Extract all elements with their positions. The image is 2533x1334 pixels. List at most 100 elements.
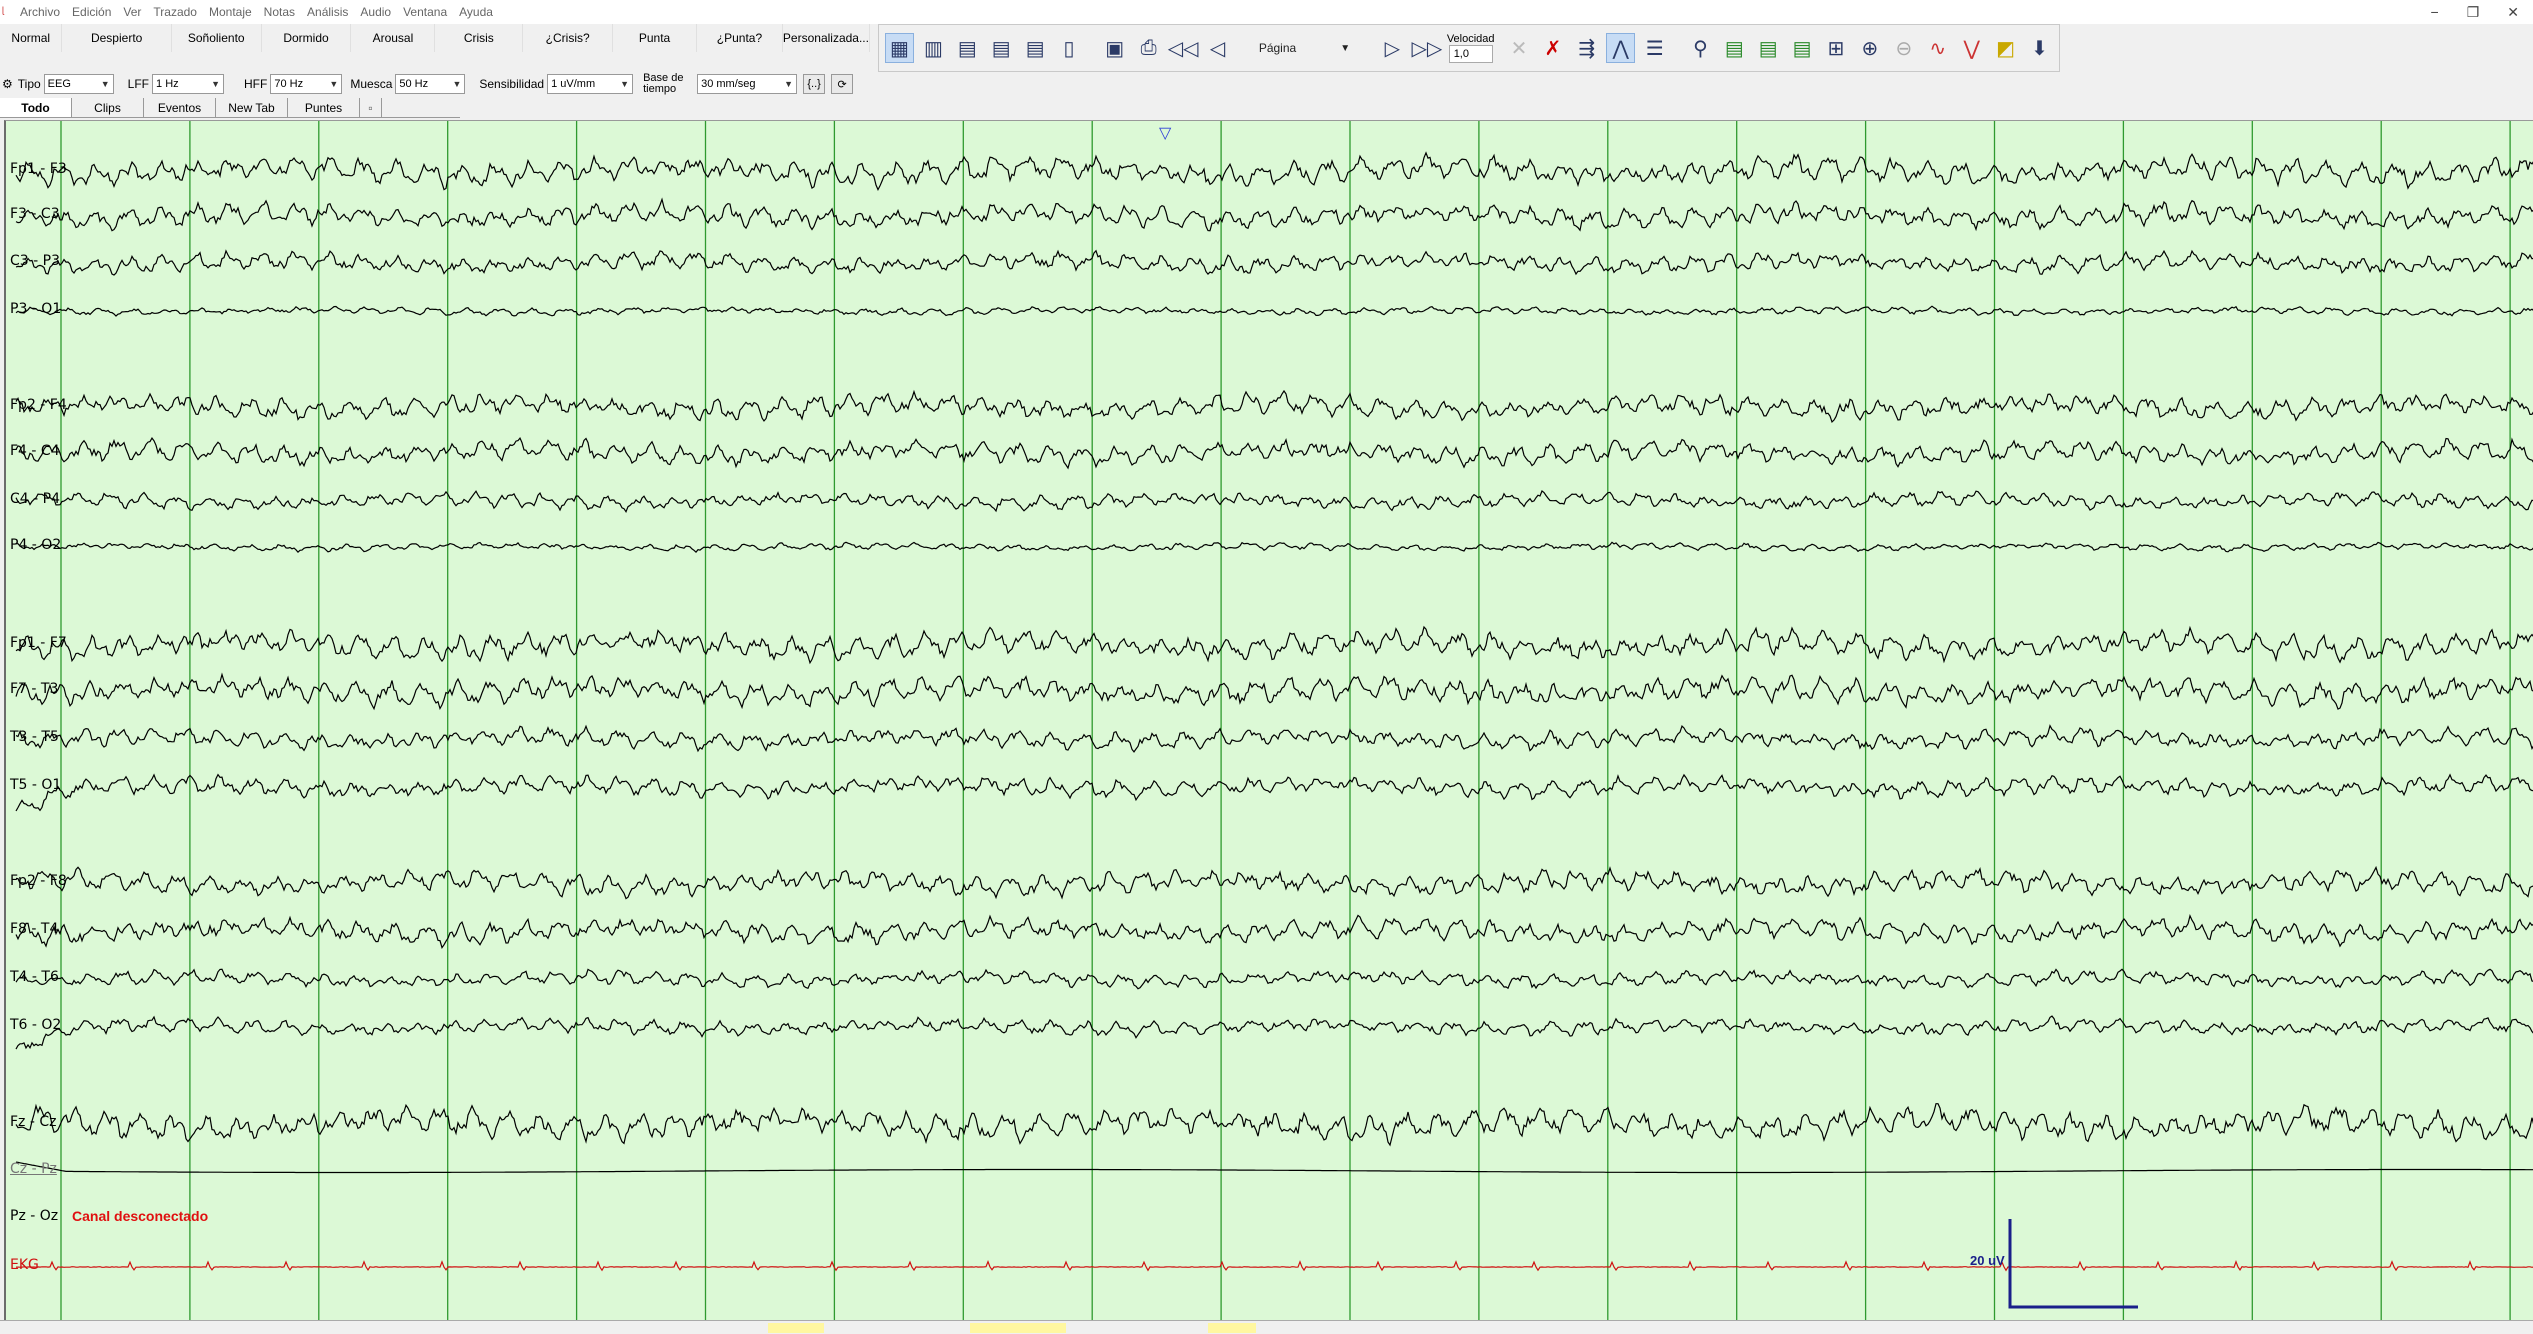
channel-label[interactable]: F8 - T4 [10,921,58,937]
event-personalizada-button[interactable]: Personalizada... [783,24,870,52]
state-arousal-button[interactable]: Arousal [351,24,436,52]
montage-view-2-icon[interactable]: ▥ [919,33,948,63]
channel-label[interactable]: T4 - T6 [10,969,59,985]
export-icon[interactable]: ⬇ [2025,33,2054,63]
channel-trace[interactable] [15,389,2533,423]
channel-trace[interactable] [15,1161,2533,1174]
channel-label[interactable]: EKG [10,1257,39,1273]
channel-trace[interactable] [15,490,2533,513]
montage-view-5-icon[interactable]: ▤ [1021,33,1050,63]
state-dormido-button[interactable]: Dormido [262,24,352,52]
event-punta-button[interactable]: Punta [613,24,698,52]
report-2-icon[interactable]: ▤ [1754,33,1783,63]
video-window-icon[interactable]: ▣ [1100,33,1129,63]
menu-audio[interactable]: Audio [360,5,391,19]
eeg-trace-view[interactable]: ▽ Fp1 - F3 F3 - C3 C3 - P3 P3 - O1 Fp2 - F4 F… [4,120,2533,1320]
tab-puntes[interactable]: Puntes [288,98,360,117]
channel-trace[interactable] [15,773,2533,812]
channel-label[interactable]: P4 - O2 [10,537,61,553]
tab-todo[interactable]: Todo [0,98,72,117]
sensibilidad-select[interactable]: 1 uV/mm ▼ [547,74,634,94]
report-icon[interactable]: ▤ [1720,33,1749,63]
event-crisis-button[interactable]: Crisis [435,24,524,52]
state-despierto-button[interactable]: Despierto [62,24,172,52]
tab-eventos[interactable]: Eventos [144,98,216,117]
event-crisis-q-button[interactable]: ¿Crisis? [523,24,614,52]
menu-montaje[interactable]: Montaje [209,5,252,19]
step-back-icon[interactable]: ◁ [1203,33,1232,63]
channel-trace[interactable] [15,865,2533,900]
channel-trace[interactable] [15,1103,2533,1147]
menu-edicion[interactable]: Edición [72,5,111,19]
channel-trace[interactable] [15,151,2533,191]
tipo-select[interactable]: EEG ▼ [43,74,114,94]
event-punta-q-button[interactable]: ¿Punta? [697,24,783,52]
book-icon[interactable]: ▯ [1055,33,1084,63]
restore-button[interactable]: ❐ [2467,4,2480,21]
search-spike-icon[interactable]: ⚲ [1686,33,1715,63]
montage-edit-icon[interactable]: ⇶ [1572,33,1601,63]
channel-label[interactable]: Fp2 - F8 [10,873,67,889]
channel-label[interactable]: Cz - Pz [10,1161,57,1177]
menu-ver[interactable]: Ver [123,5,141,19]
channel-label[interactable]: C3 - P3 [10,253,60,269]
annotate-icon[interactable]: ◩ [1991,33,2020,63]
state-sonoliento-button[interactable]: Soñoliento [172,24,262,52]
channel-label[interactable]: Fp1 - F3 [10,161,67,177]
channel-label[interactable]: Fp1 - F7 [10,635,67,651]
channel-trace[interactable] [16,1259,2533,1272]
zoom-out-icon[interactable]: ⊖ [1889,33,1918,63]
channel-label[interactable]: T5 - O1 [10,777,61,793]
channel-label[interactable]: T6 - O2 [10,1017,61,1033]
disabled-tool-icon[interactable]: ✕ [1505,33,1534,63]
channels-list-icon[interactable]: ☰ [1640,33,1669,63]
channel-trace[interactable] [15,913,2533,949]
channel-trace[interactable] [15,1015,2533,1050]
scan-icon[interactable]: ⊞ [1822,33,1851,63]
marker-delete-icon[interactable]: ✗ [1538,33,1567,63]
montage-view-4-icon[interactable]: ▤ [987,33,1016,63]
spectrum-icon[interactable]: ∿ [1923,33,1952,63]
channel-trace[interactable] [15,436,2533,470]
channel-label[interactable]: F3 - C3 [10,206,60,222]
state-normal-button[interactable]: Normal [0,24,63,52]
channel-trace[interactable] [15,197,2533,232]
channel-label[interactable]: C4 - P4 [10,491,60,507]
channel-trace[interactable] [16,541,2533,553]
montage-view-1-icon[interactable]: ▦ [885,33,914,63]
menu-notas[interactable]: Notas [264,5,295,19]
hff-select[interactable]: 70 Hz ▼ [270,74,343,94]
channel-trace[interactable] [15,968,2533,990]
menu-ventana[interactable]: Ventana [403,5,447,19]
montage-view-3-icon[interactable]: ▤ [953,33,982,63]
lff-select[interactable]: 1 Hz ▼ [152,74,225,94]
page-mode-select[interactable]: Página ▼ [1237,35,1372,61]
tab-clips[interactable]: Clips [72,98,144,117]
muesca-select[interactable]: 50 Hz ▼ [395,74,466,94]
report-3-icon[interactable]: ▤ [1788,33,1817,63]
channel-label[interactable]: F7 - T3 [10,681,58,697]
channel-label[interactable]: T3 - T5 [10,729,59,745]
bracket-tool-icon[interactable]: {..} [803,74,826,94]
menu-ayuda[interactable]: Ayuda [459,5,493,19]
camera-icon[interactable]: ⎙ [1134,33,1163,63]
trend-icon[interactable]: ⋁ [1957,33,1986,63]
rewind-icon[interactable]: ◁◁ [1168,33,1199,63]
base-tiempo-select[interactable]: 30 mm/seg ▼ [697,74,798,94]
channel-label[interactable]: F4 - C4 [10,443,60,459]
channel-trace[interactable] [15,305,2533,317]
step-forward-icon[interactable]: ▷ [1378,33,1407,63]
close-button[interactable]: ✕ [2507,4,2519,21]
channel-trace[interactable] [15,724,2533,753]
fast-forward-icon[interactable]: ▷▷ [1411,33,1442,63]
time-marker-icon[interactable]: ▽ [1159,123,1171,143]
menu-analisis[interactable]: Análisis [307,5,348,19]
add-tab-icon[interactable]: ▫ [360,98,382,117]
menu-archivo[interactable]: Archivo [20,5,60,19]
channel-trace[interactable] [15,672,2533,711]
zoom-in-icon[interactable]: ⊕ [1855,33,1884,63]
channel-label[interactable]: Fz - Cz [10,1114,56,1130]
menu-trazado[interactable]: Trazado [153,5,197,19]
speed-input[interactable]: 1,0 [1448,45,1493,63]
channel-trace[interactable] [15,625,2533,665]
